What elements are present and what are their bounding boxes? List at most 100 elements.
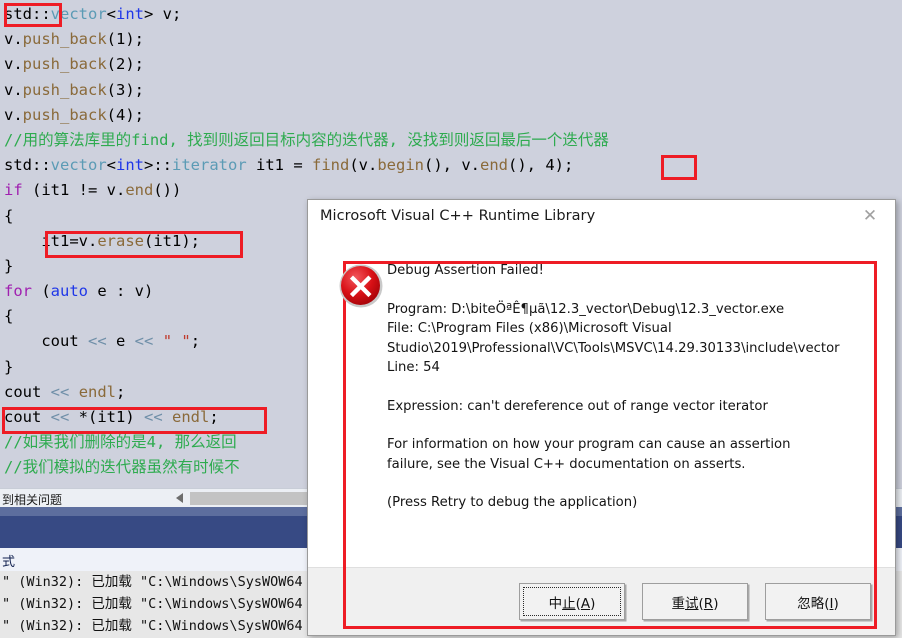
code-token: << [50, 408, 70, 426]
code-token: } [4, 357, 14, 376]
code-line: std::vector<int> v; [4, 2, 609, 27]
code-token: int [116, 156, 145, 175]
code-token: push_back [22, 30, 107, 49]
code-token: vector [50, 156, 107, 175]
code-token: ; [116, 382, 126, 401]
code-token: cout [4, 382, 51, 401]
dialog-body: Debug Assertion Failed! Program: D:\bite… [308, 235, 895, 545]
code-token: int [116, 5, 145, 23]
abort-button[interactable]: 中止(A) [519, 583, 625, 620]
code-token: < [106, 5, 117, 23]
source-line-number: Line: 54 [387, 360, 440, 375]
close-icon[interactable]: ✕ [848, 202, 892, 230]
code-token: push_back [22, 105, 107, 124]
code-token: v. [4, 80, 23, 99]
code-token: (2); [106, 55, 144, 74]
code-token: (3); [106, 80, 144, 99]
find-bar-label: 到相关问题 [2, 493, 63, 507]
code-token: (4); [106, 105, 144, 124]
code-token: cout [4, 332, 88, 351]
code-token: *(it1) [69, 408, 144, 426]
code-token: vector [50, 5, 107, 23]
button-label: 重试(R) [671, 595, 719, 612]
code-token: end [480, 156, 508, 175]
ignore-button[interactable]: 忽略(I) [765, 583, 871, 620]
code-token: >:: [144, 156, 173, 175]
code-token: //用的算法库里的find, 找到则返回目标内容的迭代器, 没找到则返回最后一个… [4, 130, 609, 149]
code-token: < [106, 156, 117, 175]
code-token: it1=v. [4, 231, 98, 250]
code-token: (), v. [424, 156, 480, 175]
highlight-find-arg-4 [661, 155, 697, 180]
code-token: end [125, 181, 154, 200]
code-token: erase [97, 231, 144, 250]
more-info-line: For information on how your program can … [387, 437, 791, 472]
button-label: 中止(A) [548, 595, 596, 612]
output-panel-header-label: 式 [2, 555, 16, 570]
code-token: (v. [349, 156, 378, 175]
code-token: << [134, 332, 154, 351]
code-token: > v; [144, 5, 182, 23]
code-token: push_back [22, 55, 107, 74]
scroll-left-arrow-icon[interactable] [176, 493, 183, 503]
runtime-library-dialog[interactable]: Microsoft Visual C++ Runtime Library ✕ D… [307, 199, 896, 636]
code-token: auto [50, 282, 88, 301]
screenshot-root: std::vector<int> v; v.push_back(1); v.push… [0, 0, 902, 638]
code-token: (1); [106, 30, 144, 49]
code-token: endl [172, 408, 210, 426]
file-path-line: File: C:\Program Files (x86)\Microsoft V… [387, 321, 840, 356]
expression-line: Expression: can't dereference out of ran… [387, 398, 768, 414]
code-token: (it1); [144, 231, 200, 250]
code-token: //如果我们删除的是4, 那么返回 [4, 433, 237, 452]
dialog-button-row: 中止(A) 重试(R) 忽略(I) [519, 583, 871, 620]
code-token: it1 = [246, 156, 312, 175]
code-token: iterator [172, 156, 247, 175]
code-token: v. [4, 105, 23, 124]
dialog-message: Debug Assertion Failed! Program: D:\bite… [387, 261, 842, 513]
code-token: { [4, 206, 14, 225]
code-token: cout [4, 408, 51, 426]
assertion-heading: Debug Assertion Failed! [387, 263, 544, 278]
code-token: v. [4, 30, 23, 49]
code-token: push_back [22, 80, 107, 99]
code-token: (it1 [22, 181, 79, 200]
code-token: { [4, 307, 14, 326]
code-line: v.push_back(2); [4, 52, 609, 77]
code-token: begin [377, 156, 424, 175]
code-line: std::vector<int>::iterator it1 = find(v.… [4, 153, 609, 178]
code-token: ; [190, 332, 201, 351]
code-token: std:: [4, 156, 51, 175]
code-token: v. [4, 55, 23, 74]
code-token: //我们模拟的迭代器虽然有时候不 [4, 458, 240, 477]
code-line: v.push_back(3); [4, 78, 609, 103]
button-label: 忽略(I) [797, 595, 839, 612]
code-token: std:: [4, 5, 51, 23]
code-token: " " [162, 332, 191, 351]
code-token: << [144, 408, 163, 426]
code-token: (), 4); [508, 156, 574, 175]
dialog-footer: 中止(A) 重试(R) 忽略(I) [308, 567, 895, 635]
code-token: v. [97, 181, 126, 200]
code-token: << [88, 332, 107, 351]
dialog-title: Microsoft Visual C++ Runtime Library [320, 208, 596, 224]
code-token: ( [32, 282, 51, 301]
code-token: ()) [153, 181, 182, 200]
code-token: find [312, 156, 350, 175]
retry-hint-line: (Press Retry to debug the application) [387, 495, 638, 510]
code-token: } [4, 256, 14, 275]
code-line: //用的算法库里的find, 找到则返回目标内容的迭代器, 没找到则返回最后一个… [4, 128, 609, 153]
code-token: != [78, 181, 98, 200]
retry-button[interactable]: 重试(R) [642, 583, 748, 620]
code-token: ; [209, 408, 219, 426]
code-token: << [50, 382, 70, 401]
code-token: e : v) [88, 282, 154, 301]
error-circle-x-icon [339, 264, 383, 308]
code-line: v.push_back(4); [4, 103, 609, 128]
program-path-line: Program: D:\biteÖªÊ¶µã\12.3_vector\Debug… [387, 301, 785, 317]
code-line: v.push_back(1); [4, 27, 609, 52]
code-token: endl [78, 382, 117, 401]
code-token: if [4, 181, 23, 200]
